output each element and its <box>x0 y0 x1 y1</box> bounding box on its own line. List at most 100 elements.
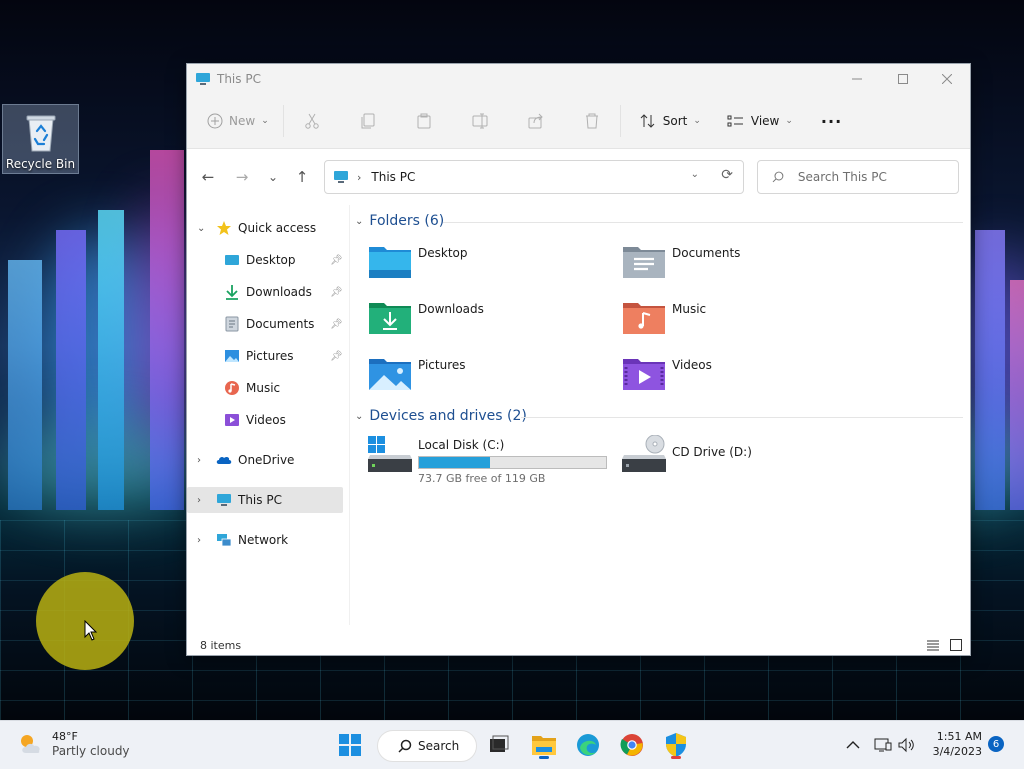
maximize-button[interactable] <box>880 64 926 94</box>
item-count: 8 items <box>200 638 242 652</box>
windows-logo-icon <box>339 734 361 756</box>
section-divider <box>521 417 963 418</box>
chrome-taskbar-button[interactable] <box>616 729 648 761</box>
close-icon <box>942 74 952 84</box>
folder-tile-pictures[interactable]: Pictures <box>368 355 608 395</box>
sidebar-item-label: Music <box>246 381 281 395</box>
address-bar[interactable]: › This PC ⌄ ⟳ <box>324 160 744 194</box>
taskbar-search-button[interactable]: Search <box>377 730 477 762</box>
sidebar-item-downloads[interactable]: Downloads 📌︎ <box>187 279 343 305</box>
volume-tray-button[interactable] <box>898 721 916 769</box>
see-more-button[interactable]: ··· <box>815 105 848 137</box>
copy-button[interactable] <box>354 105 382 137</box>
shield-icon <box>666 733 686 757</box>
sidebar-item-music[interactable]: Music <box>187 375 343 401</box>
drive-tile-cd-drive-d[interactable]: CD Drive (D:) <box>622 435 862 485</box>
folders-section-header[interactable]: ⌄ Folders (6) <box>355 213 444 229</box>
drive-name: CD Drive (D:) <box>672 445 752 459</box>
recycle-bin-shortcut[interactable]: Recycle Bin <box>2 104 79 174</box>
drives-section-header[interactable]: ⌄ Devices and drives (2) <box>355 408 527 424</box>
forward-button[interactable]: → <box>230 165 254 189</box>
paste-icon <box>417 113 431 129</box>
address-dropdown-icon[interactable]: ⌄ <box>691 169 699 180</box>
sidebar-item-pictures[interactable]: Pictures 📌︎ <box>187 343 343 369</box>
sidebar-item-label: Network <box>238 533 289 547</box>
close-button[interactable] <box>924 64 970 94</box>
chevron-right-icon[interactable]: › <box>197 495 201 506</box>
network-tray-button[interactable] <box>874 721 892 769</box>
folder-tile-videos[interactable]: Videos <box>622 355 862 395</box>
folders-section-title: Folders (6) <box>369 213 445 229</box>
downloads-folder-icon <box>369 303 411 334</box>
more-options-icon: ··· <box>820 111 843 131</box>
cut-button[interactable] <box>298 105 326 137</box>
pictures-folder-icon <box>369 359 411 390</box>
search-box[interactable] <box>757 160 959 194</box>
chevron-right-icon[interactable]: › <box>197 535 201 546</box>
share-icon <box>528 113 543 129</box>
sidebar-item-documents[interactable]: Documents 📌︎ <box>187 311 343 337</box>
up-button[interactable]: ↑ <box>290 165 314 189</box>
minimize-icon <box>852 78 862 80</box>
chevron-down-icon[interactable]: ⌄ <box>197 223 205 234</box>
folder-tile-downloads[interactable]: Downloads <box>368 299 608 339</box>
folder-tile-desktop[interactable]: Desktop <box>368 243 608 283</box>
security-taskbar-button[interactable] <box>660 729 692 761</box>
minimize-button[interactable] <box>834 64 880 94</box>
back-button[interactable]: ← <box>196 165 220 189</box>
folder-tile-music[interactable]: Music <box>622 299 862 339</box>
pin-icon: 📌︎ <box>330 350 343 362</box>
folder-tile-documents[interactable]: Documents <box>622 243 862 283</box>
file-explorer-taskbar-button[interactable] <box>528 729 560 761</box>
mouse-cursor-icon <box>84 620 98 641</box>
drive-tile-local-disk-c[interactable]: Local Disk (C:) 73.7 GB free of 119 GB <box>368 435 618 485</box>
weather-widget[interactable]: 48°F Partly cloudy <box>18 729 130 759</box>
share-button[interactable] <box>522 105 550 137</box>
plus-circle-icon <box>207 113 223 129</box>
large-icons-view-icon[interactable] <box>949 638 963 652</box>
breadcrumb-separator[interactable]: › <box>357 171 361 184</box>
window-title: This PC <box>217 72 261 86</box>
sidebar-item-desktop[interactable]: Desktop 📌︎ <box>187 247 343 273</box>
scissors-icon <box>305 113 319 129</box>
search-input[interactable] <box>795 169 958 185</box>
notification-badge[interactable]: 6 <box>988 736 1004 752</box>
refresh-icon[interactable]: ⟳ <box>721 167 733 183</box>
sort-button[interactable]: Sort ⌄ <box>633 105 707 137</box>
taskbar: 48°F Partly cloudy Search 1:51 AM 3/4/20… <box>0 720 1024 769</box>
clock-date: 3/4/2023 <box>932 745 982 758</box>
sidebar-item-videos[interactable]: Videos <box>187 407 343 433</box>
breadcrumb-this-pc[interactable]: This PC <box>371 170 415 184</box>
sidebar-item-quick-access[interactable]: ⌄ Quick access <box>187 215 343 241</box>
details-view-icon[interactable] <box>926 638 940 652</box>
sidebar-item-onedrive[interactable]: › OneDrive <box>187 447 343 473</box>
chevron-down-icon: ⌄ <box>267 170 279 184</box>
start-button[interactable] <box>334 729 366 761</box>
recent-locations-button[interactable]: ⌄ <box>261 165 285 189</box>
rename-button[interactable] <box>466 105 496 137</box>
title-bar[interactable]: This PC <box>187 64 970 94</box>
paste-button[interactable] <box>410 105 438 137</box>
command-bar: New ⌄ Sort ⌄ View ⌄ ··· <box>187 94 970 149</box>
clock[interactable]: 1:51 AM 3/4/2023 <box>930 729 982 759</box>
task-view-button[interactable] <box>482 729 514 761</box>
delete-button[interactable] <box>578 105 606 137</box>
copy-icon <box>361 113 375 129</box>
new-button[interactable]: New ⌄ <box>201 105 275 137</box>
desktop-icon <box>225 255 239 265</box>
music-icon <box>225 381 239 395</box>
pane-divider[interactable] <box>349 205 350 625</box>
file-explorer-icon <box>532 736 556 755</box>
chevron-right-icon[interactable]: › <box>197 455 201 466</box>
view-button[interactable]: View ⌄ <box>721 105 799 137</box>
chevron-down-icon: ⌄ <box>355 410 364 422</box>
navigation-bar: ← → ⌄ ↑ › This PC ⌄ ⟳ <box>187 149 970 205</box>
maximize-icon <box>898 74 908 84</box>
sidebar-item-this-pc[interactable]: › This PC <box>187 487 343 513</box>
show-hidden-icons-button[interactable] <box>846 721 860 769</box>
pin-icon: 📌︎ <box>330 254 343 266</box>
edge-taskbar-button[interactable] <box>572 729 604 761</box>
weather-condition: Partly cloudy <box>52 744 130 758</box>
sidebar-item-network[interactable]: › Network <box>187 527 343 553</box>
network-monitor-icon <box>874 738 892 752</box>
